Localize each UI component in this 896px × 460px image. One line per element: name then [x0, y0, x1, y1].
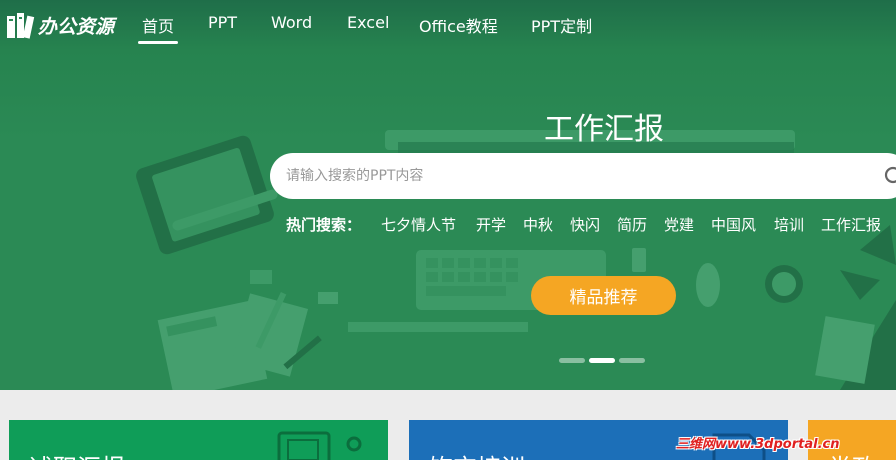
hot-tag[interactable]: 工作汇报 — [821, 214, 881, 235]
books-logo-icon — [7, 13, 35, 39]
search-icon[interactable] — [884, 166, 896, 188]
hot-tag[interactable]: 简历 — [617, 214, 647, 235]
carousel-dot[interactable] — [619, 358, 645, 363]
hot-tag[interactable]: 中国风 — [711, 214, 756, 235]
hot-tag[interactable]: 党建 — [664, 214, 694, 235]
hot-tag[interactable]: 七夕情人节 — [381, 214, 456, 235]
card-title: 饰交培训 — [429, 448, 525, 460]
logo-text: 办公资源 — [38, 15, 115, 38]
nav-item-ppt-custom[interactable]: PPT定制 — [531, 13, 592, 37]
top-nav: 办公资源 首页 PPT Word Excel Office教程 PPT定制 — [0, 0, 896, 50]
nav-item-office-tutorial[interactable]: Office教程 — [419, 13, 498, 37]
presentation-icon — [277, 431, 362, 460]
hot-tag[interactable]: 中秋 — [523, 214, 553, 235]
hot-tag[interactable]: 培训 — [774, 214, 804, 235]
watermark: 三维网www.3dportal.cn — [676, 437, 840, 452]
hot-search-label: 热门搜索： — [286, 216, 362, 234]
hot-tag[interactable]: 快闪 — [570, 214, 600, 235]
nav-item-ppt[interactable]: PPT — [208, 13, 237, 32]
category-card-report[interactable]: 述职汇报 — [9, 420, 388, 460]
nav-item-excel[interactable]: Excel — [347, 13, 389, 32]
search-box — [270, 153, 896, 199]
active-nav-indicator — [138, 41, 178, 44]
nav-item-home[interactable]: 首页 — [142, 13, 174, 37]
site-logo[interactable]: 办公资源 — [5, 8, 114, 42]
carousel-dot-active[interactable] — [589, 358, 615, 363]
hot-tag[interactable]: 开学 — [476, 214, 506, 235]
search-input[interactable] — [286, 153, 866, 199]
carousel-dot[interactable] — [559, 358, 585, 363]
hero-title: 工作汇报 — [544, 112, 664, 147]
card-title: 述职汇报 — [29, 448, 125, 460]
nav-item-word[interactable]: Word — [271, 13, 312, 32]
featured-button[interactable]: 精品推荐 — [531, 276, 676, 315]
hero-banner: 办公资源 首页 PPT Word Excel Office教程 PPT定制 工作… — [0, 0, 896, 390]
